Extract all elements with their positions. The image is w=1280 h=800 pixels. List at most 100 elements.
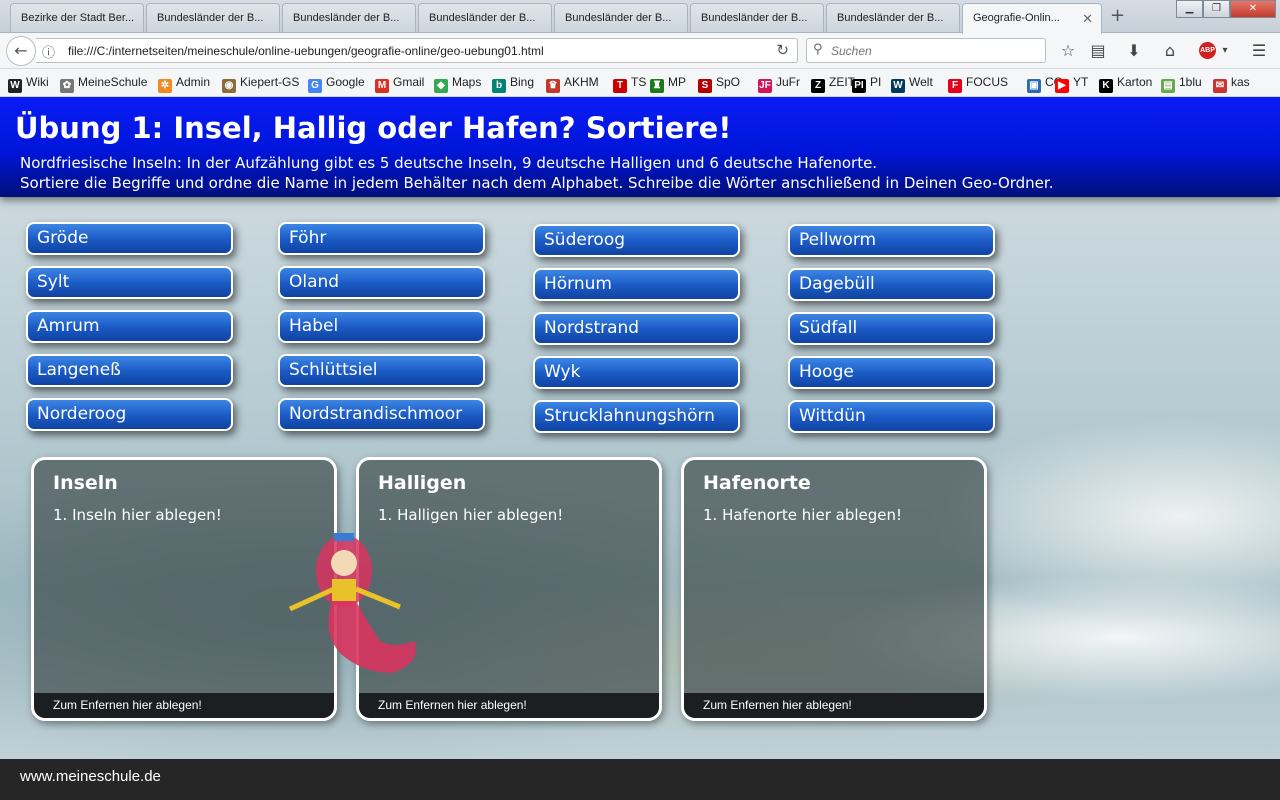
bookmark-ts[interactable]: T TS	[613, 75, 646, 93]
new-tab-button[interactable]: +	[1110, 5, 1125, 26]
word-button[interactable]: Nordstrandischmoor	[278, 398, 485, 431]
focus-icon: F	[948, 79, 962, 93]
info-icon[interactable]: ⓘ	[42, 42, 55, 61]
bookmark-google[interactable]: G Google	[308, 75, 365, 93]
bookmark-admin[interactable]: ✲ Admin	[158, 75, 210, 93]
bookmark-label: FOCUS	[966, 75, 1008, 89]
wikipedia-icon: W	[8, 79, 22, 93]
url-bar[interactable]: ⓘ file:///C:/internetseiten/meineschule/…	[36, 38, 798, 63]
download-icon[interactable]: ⬇	[1123, 40, 1145, 62]
bookmark-gmail[interactable]: M Gmail	[375, 75, 424, 93]
bin-item-number: 1.	[378, 506, 393, 524]
tab-title: Bundesländer der B...	[157, 12, 264, 24]
bookmark-1blu[interactable]: ▤ 1blu	[1161, 75, 1202, 93]
bin-placeholder-item: 1. Inseln hier ablegen!	[53, 506, 222, 524]
drop-zone-inseln[interactable]: Inseln 1. Inseln hier ablegen! Zum Enfer…	[31, 457, 337, 721]
bookmark-yt[interactable]: ▶ YT	[1055, 75, 1088, 93]
karton-icon: K	[1099, 79, 1113, 93]
bookmark-star-icon[interactable]: ☆	[1057, 40, 1079, 62]
nav-bar: ← ⓘ file:///C:/internetseiten/meineschul…	[0, 33, 1280, 69]
maps-icon: ◆	[434, 79, 448, 93]
spiegel-icon: S	[698, 79, 712, 93]
word-button[interactable]: Südfall	[788, 312, 995, 345]
word-button[interactable]: Föhr	[278, 222, 485, 255]
bookmark-label: Welt	[909, 75, 933, 89]
word-button[interactable]: Wyk	[533, 356, 740, 389]
word-button[interactable]: Gröde	[26, 222, 233, 255]
reload-icon[interactable]: ↻	[776, 41, 789, 59]
bookmark-mp[interactable]: ♜ MP	[650, 75, 686, 93]
bookmark-jufr[interactable]: JF JuFr	[758, 75, 800, 93]
zeit-icon: Z	[811, 79, 825, 93]
bookmark-label: 1blu	[1179, 75, 1202, 89]
browser-tab[interactable]: Bundesländer der B...	[282, 3, 416, 32]
word-button[interactable]: Hooge	[788, 356, 995, 389]
bookmark-bing[interactable]: b Bing	[492, 75, 534, 93]
bookmark-kas[interactable]: ✉ kas	[1213, 75, 1250, 93]
ts-icon: T	[613, 79, 627, 93]
browser-tab[interactable]: Bundesländer der B...	[418, 3, 552, 32]
bookmark-maps[interactable]: ◆ Maps	[434, 75, 481, 93]
instruction-line-2: Sortiere die Begriffe und ordne die Name…	[20, 174, 1054, 192]
remove-drop-area[interactable]: Zum Enfernen hier ablegen!	[34, 693, 334, 718]
instruction-line-1: Nordfriesische Inseln: In der Aufzählung…	[20, 154, 878, 172]
welt-icon: W	[891, 79, 905, 93]
back-button[interactable]: ←	[6, 36, 36, 66]
bookmark-meineschule[interactable]: ✿ MeineSchule	[60, 75, 147, 93]
footer-url: www.meineschule.de	[20, 768, 161, 785]
bookmark-zeit[interactable]: Z ZEIT	[811, 75, 855, 93]
browser-tab[interactable]: Bezirke der Stadt Ber...	[10, 3, 144, 32]
bin-placeholder-text: Hafenorte hier ablegen!	[722, 506, 903, 524]
word-button[interactable]: Pellworm	[788, 224, 995, 257]
word-button[interactable]: Schlüttsiel	[278, 354, 485, 387]
url-text[interactable]: file:///C:/internetseiten/meineschule/on…	[68, 44, 544, 58]
close-window-button[interactable]: ✕	[1230, 0, 1276, 18]
page-footer: www.meineschule.de	[0, 759, 1280, 800]
bookmark-pi[interactable]: PI PI	[852, 75, 881, 93]
word-button[interactable]: Wittdün	[788, 400, 995, 433]
bin-title: Hafenorte	[703, 472, 811, 494]
browser-tab[interactable]: Bundesländer der B...	[690, 3, 824, 32]
remove-drop-area[interactable]: Zum Enfernen hier ablegen!	[684, 693, 984, 718]
browser-tab[interactable]: Bundesländer der B...	[554, 3, 688, 32]
word-button[interactable]: Dagebüll	[788, 268, 995, 301]
bookmark-welt[interactable]: W Welt	[891, 75, 933, 93]
drop-zone-halligen[interactable]: Halligen 1. Halligen hier ablegen! Zum E…	[356, 457, 662, 721]
bookmark-kiepert-gs[interactable]: ◉ Kiepert-GS	[222, 75, 299, 93]
tab-title: Bundesländer der B...	[293, 12, 400, 24]
bookmark-focus[interactable]: F FOCUS	[948, 75, 1008, 93]
minimize-button[interactable]: ▁	[1176, 0, 1203, 18]
bin-title: Halligen	[378, 472, 467, 494]
search-input[interactable]	[831, 42, 1031, 60]
bookmark-spo[interactable]: S SpO	[698, 75, 740, 93]
word-button[interactable]: Oland	[278, 266, 485, 299]
pi-icon: PI	[852, 79, 866, 93]
bookmark-wiki[interactable]: W Wiki	[8, 75, 49, 93]
word-button[interactable]: Nordstrand	[533, 312, 740, 345]
google-icon: G	[308, 79, 322, 93]
word-button[interactable]: Amrum	[26, 310, 233, 343]
bookmark-karton[interactable]: K Karton	[1099, 75, 1152, 93]
close-tab-icon[interactable]: ✕	[1082, 11, 1093, 27]
jufr-icon: JF	[758, 79, 772, 93]
menu-icon[interactable]: ☰	[1248, 40, 1270, 62]
word-button[interactable]: Langeneß	[26, 354, 233, 387]
bookmark-akhm[interactable]: ♛ AKHM	[546, 75, 599, 93]
word-button[interactable]: Strucklahnungshörn	[533, 400, 740, 433]
word-button[interactable]: Süderoog	[533, 224, 740, 257]
remove-drop-area[interactable]: Zum Enfernen hier ablegen!	[359, 693, 659, 718]
maximize-button[interactable]: ❐	[1203, 0, 1230, 18]
browser-tab-active[interactable]: Geografie-Onlin... ✕	[962, 3, 1102, 34]
search-bar[interactable]: ⚲	[806, 38, 1046, 63]
word-button[interactable]: Habel	[278, 310, 485, 343]
word-button[interactable]: Hörnum	[533, 268, 740, 301]
browser-tab[interactable]: Bundesländer der B...	[146, 3, 280, 32]
bookmark-label: PI	[870, 75, 882, 89]
drop-zone-hafenorte[interactable]: Hafenorte 1. Hafenorte hier ablegen! Zum…	[681, 457, 987, 721]
word-button[interactable]: Sylt	[26, 266, 233, 299]
reading-list-icon[interactable]: ▤	[1087, 40, 1109, 62]
chevron-down-icon[interactable]: ▾	[1214, 40, 1236, 62]
word-button[interactable]: Norderoog	[26, 398, 233, 431]
home-icon[interactable]: ⌂	[1159, 40, 1181, 62]
browser-tab[interactable]: Bundesländer der B...	[826, 3, 960, 32]
